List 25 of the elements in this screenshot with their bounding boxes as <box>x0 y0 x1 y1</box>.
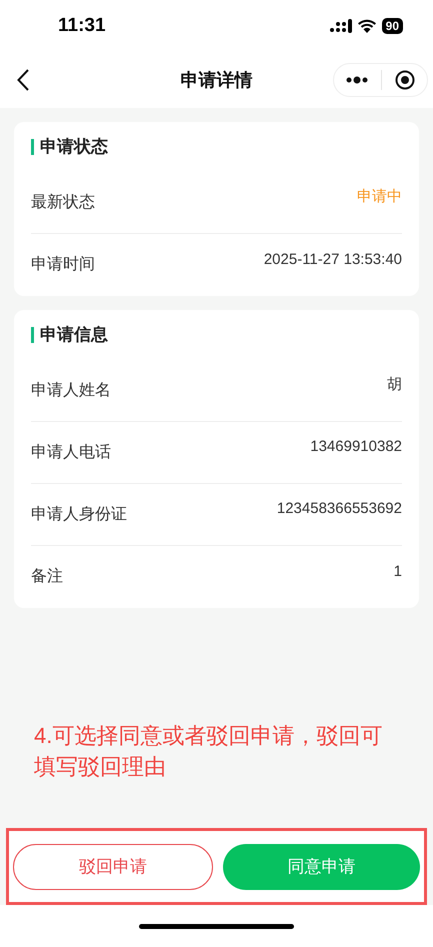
field-value: 2025-11-27 13:53:40 <box>264 250 402 270</box>
agree-button[interactable]: 同意申请 <box>222 844 420 890</box>
status-time: 11:31 <box>58 14 106 38</box>
field-value: 申请中 <box>357 187 402 208</box>
back-icon[interactable] <box>17 69 29 91</box>
field-value: 13469910382 <box>310 437 402 458</box>
section-title: 申请状态 <box>40 136 108 158</box>
close-icon[interactable] <box>395 70 415 90</box>
reject-button[interactable]: 驳回申请 <box>13 844 212 890</box>
field-label: 申请人身份证 <box>31 504 127 524</box>
battery-level: 90 <box>382 18 403 34</box>
field-label: 申请时间 <box>31 254 95 275</box>
field-label: 申请人电话 <box>31 442 111 462</box>
field-value: 1 <box>394 562 402 582</box>
section-title: 申请信息 <box>40 324 108 346</box>
annotation-text: 4.可选择同意或者驳回申请，驳回可填写驳回理由 <box>34 722 384 781</box>
more-icon[interactable] <box>346 76 368 84</box>
field-value: 胡 <box>387 375 402 396</box>
wifi-icon <box>358 19 376 33</box>
field-label: 最新状态 <box>31 192 95 212</box>
field-label: 申请人姓名 <box>31 380 111 400</box>
signal-icon <box>330 19 352 33</box>
field-value: 123458366553692 <box>276 499 402 520</box>
field-label: 备注 <box>31 566 63 587</box>
page-title: 申请详情 <box>180 68 252 92</box>
